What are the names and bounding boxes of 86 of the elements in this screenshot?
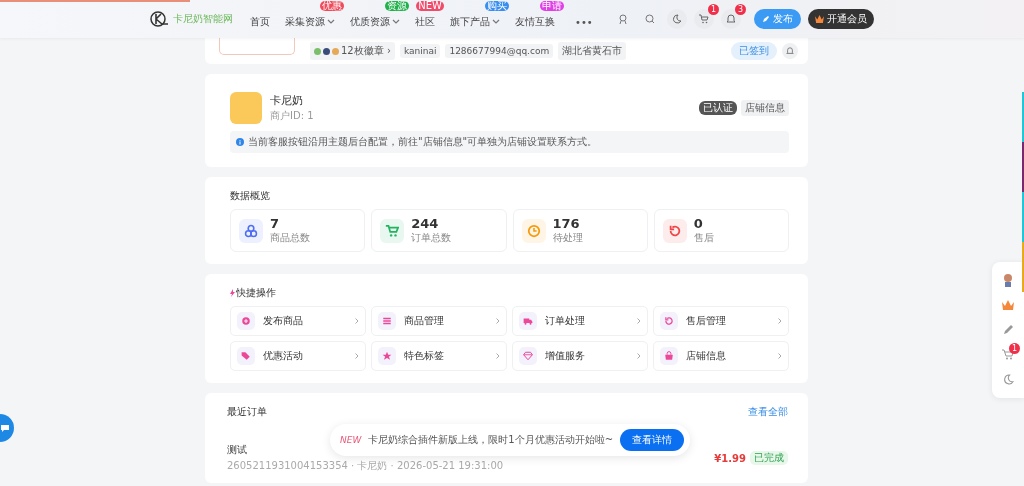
crown-icon[interactable]	[1001, 298, 1015, 313]
action-icon	[664, 316, 674, 326]
store-info-button[interactable]: 店铺信息	[741, 100, 789, 116]
nav-link[interactable]: 友情互换	[512, 12, 558, 32]
stat-label: 售后	[693, 231, 714, 245]
chat-icon	[1, 424, 9, 432]
chevron-icon	[355, 353, 359, 359]
merchant-id: 商户ID: 1	[270, 109, 314, 123]
action-icon	[382, 316, 392, 326]
vip-button[interactable]: 开通会员	[808, 9, 874, 29]
view-all-link[interactable]: 查看全部	[748, 405, 788, 419]
chevron-icon	[496, 353, 500, 359]
avatar-icon[interactable]	[1001, 273, 1015, 288]
action-icon	[241, 316, 251, 326]
info-icon	[236, 138, 244, 146]
bell-icon	[726, 14, 736, 24]
moon-icon[interactable]	[667, 9, 687, 29]
chevron-icon	[778, 353, 782, 359]
quick-action[interactable]: 店铺信息	[653, 341, 789, 371]
stat-value: 7	[270, 216, 281, 231]
pencil-icon[interactable]	[1001, 323, 1015, 337]
order-meta: 2605211931004153354 · 卡尼奶 · 2026-05-21 19:31:00	[227, 459, 504, 473]
nav-link[interactable]: 优质资源	[347, 12, 403, 32]
stat-label: 商品总数	[270, 231, 310, 245]
order-price: ¥1.99	[714, 452, 746, 464]
username-chip: kaninai	[399, 44, 441, 58]
quick-action[interactable]: 特色标签	[371, 341, 507, 371]
stat-value: 176	[552, 216, 581, 231]
stat-label: 订单总数	[411, 231, 452, 245]
quick-action[interactable]: 发布商品	[230, 306, 366, 336]
nav-link[interactable]: 社区	[412, 12, 438, 32]
quick-action[interactable]: 订单处理	[512, 306, 648, 336]
stat-value: 0	[693, 216, 704, 231]
nav-link[interactable]: 旗下产品	[447, 12, 503, 32]
nav-badge: 申请	[540, 1, 564, 11]
shop-logo-drawing	[230, 92, 262, 124]
quick-action[interactable]: 增值服务	[512, 341, 648, 371]
action-icon	[241, 351, 251, 361]
quick-action[interactable]: 售后管理	[653, 306, 789, 336]
section-title: 数据概览	[230, 189, 271, 203]
bell-icon[interactable]	[782, 43, 798, 59]
moon-icon[interactable]	[1001, 372, 1015, 387]
quick-action[interactable]: 优惠活动	[230, 341, 366, 371]
more-menu[interactable]: •••	[575, 10, 593, 28]
chevron-icon	[637, 318, 641, 324]
nav-badge: 资源	[385, 1, 409, 11]
badges-link[interactable]: 12枚徽章 ›	[310, 42, 395, 60]
cart-button[interactable]	[694, 9, 714, 29]
cart-count-badge: 1	[708, 4, 719, 15]
chevron-icon	[778, 318, 782, 324]
verified-badge: 已认证	[699, 101, 737, 115]
action-icon	[664, 351, 674, 361]
site-logo-text: 卡尼奶智能网	[173, 12, 233, 26]
announcement-text: 卡尼奶综合插件新版上线，限时1个月优惠活动开始啦~	[368, 433, 614, 447]
cart-icon[interactable]	[1001, 347, 1015, 362]
section-title: 最近订单	[227, 405, 267, 419]
email-chip: 1286677994@qq.com	[445, 44, 554, 58]
nav-link[interactable]: 采集资源	[282, 12, 338, 32]
crown-icon	[815, 15, 824, 23]
new-tag: NEW	[340, 435, 362, 445]
nav-badge: NEW	[416, 1, 444, 11]
stat-value: 244	[411, 216, 440, 231]
chevron-icon	[637, 353, 641, 359]
nav-link[interactable]: 首页	[247, 12, 273, 32]
location-chip: 湖北省黄石市	[558, 42, 627, 60]
pencil-icon	[762, 15, 770, 23]
logo-icon	[150, 11, 170, 27]
order-status-badge: 已完成	[750, 451, 788, 465]
notification-count-badge: 3	[735, 4, 746, 15]
action-icon	[523, 316, 533, 326]
store-name: 卡尼奶	[270, 93, 304, 108]
notice-text: 当前客服按钮沿用主题后台配置，前往"店铺信息"可单独为店铺设置联系方式。	[248, 135, 598, 149]
nav-badge: 购买	[485, 1, 509, 11]
chevron-icon	[496, 318, 500, 324]
view-details-button[interactable]: 查看详情	[620, 429, 685, 451]
order-name: 测试	[227, 443, 248, 457]
chevron-icon	[355, 318, 359, 324]
nav-badge: 优惠	[320, 1, 344, 11]
action-icon	[382, 351, 392, 361]
stat-label: 待处理	[552, 231, 583, 245]
quick-action[interactable]: 商品管理	[371, 306, 507, 336]
lightning-icon	[230, 289, 235, 297]
cart-count-badge: 1	[1009, 342, 1020, 354]
cart-icon	[699, 14, 709, 24]
action-icon	[523, 351, 533, 361]
section-title: 快捷操作	[236, 286, 276, 300]
